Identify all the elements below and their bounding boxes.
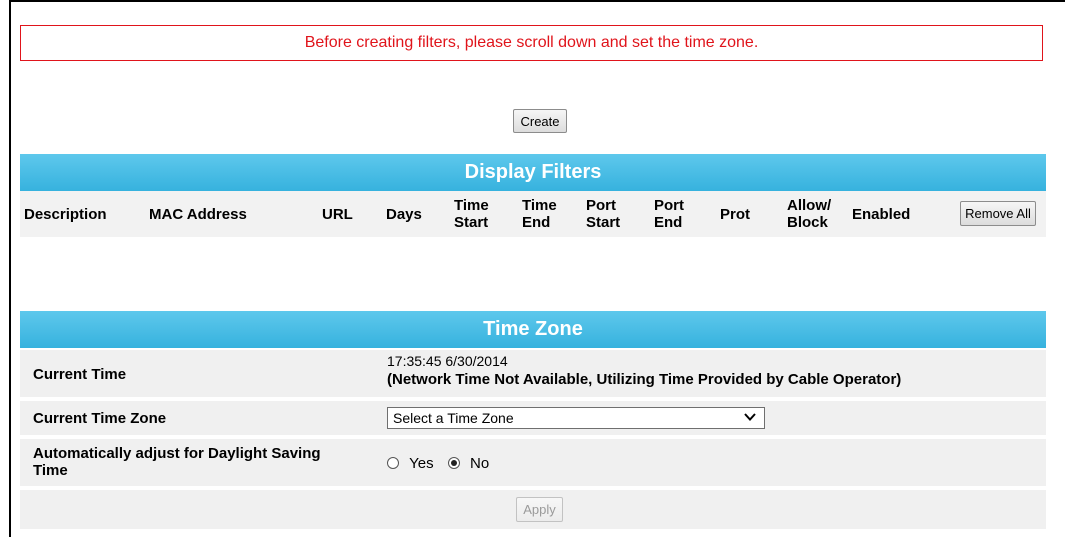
notice-text: Before creating filters, please scroll d… xyxy=(304,34,759,51)
col-description: Description xyxy=(24,205,107,223)
apply-button[interactable]: Apply xyxy=(516,497,563,522)
create-button[interactable]: Create xyxy=(513,109,567,133)
remove-all-button[interactable]: Remove All xyxy=(960,201,1036,226)
col-mac-address: MAC Address xyxy=(149,205,247,223)
col-port-end: Port End xyxy=(654,197,684,231)
daylight-saving-row: Automatically adjust for Daylight Saving… xyxy=(20,439,1046,486)
col-port-start: Port Start xyxy=(586,197,621,231)
current-time-value: 17:35:45 6/30/2014 xyxy=(387,353,508,369)
col-time-start: Time Start xyxy=(454,197,489,231)
current-time-label: Current Time xyxy=(33,366,127,383)
col-days: Days xyxy=(386,205,422,223)
time-zone-select[interactable]: Select a Time Zone xyxy=(387,407,765,429)
col-time-end: Time End xyxy=(522,197,557,231)
col-prot: Prot xyxy=(720,205,750,223)
time-zone-title: Time Zone xyxy=(483,318,583,340)
dst-no-radio[interactable] xyxy=(447,457,460,469)
col-enabled: Enabled xyxy=(852,205,911,223)
frame-border-left xyxy=(9,0,11,537)
daylight-saving-options: Yes No xyxy=(387,455,489,472)
time-zone-header: Time Zone xyxy=(20,311,1046,348)
filter-column-headers: Description MAC Address URL Days Time Sta… xyxy=(20,191,1046,237)
display-filters-header: Display Filters xyxy=(20,154,1046,191)
time-zone-select-value: Select a Time Zone xyxy=(393,410,514,426)
apply-row: Apply xyxy=(20,490,1046,529)
dst-no-label: No xyxy=(470,455,490,472)
time-zone-notice: Before creating filters, please scroll d… xyxy=(20,25,1043,61)
current-time-note: (Network Time Not Available, Utilizing T… xyxy=(387,371,902,388)
dst-yes-label: Yes xyxy=(409,455,434,472)
time-zone-row: Current Time Zone Select a Time Zone xyxy=(20,401,1046,435)
col-url: URL xyxy=(322,205,353,223)
col-allow-block: Allow/Block xyxy=(787,197,832,231)
dst-yes-radio[interactable] xyxy=(387,457,399,469)
frame-border-top xyxy=(9,0,1065,2)
chevron-down-icon xyxy=(744,411,756,426)
time-zone-label: Current Time Zone xyxy=(33,410,167,427)
current-time-row: Current Time 17:35:45 6/30/2014 (Network… xyxy=(20,350,1046,397)
display-filters-title: Display Filters xyxy=(464,161,602,183)
daylight-saving-label: Automatically adjust for Daylight Saving… xyxy=(33,445,321,479)
